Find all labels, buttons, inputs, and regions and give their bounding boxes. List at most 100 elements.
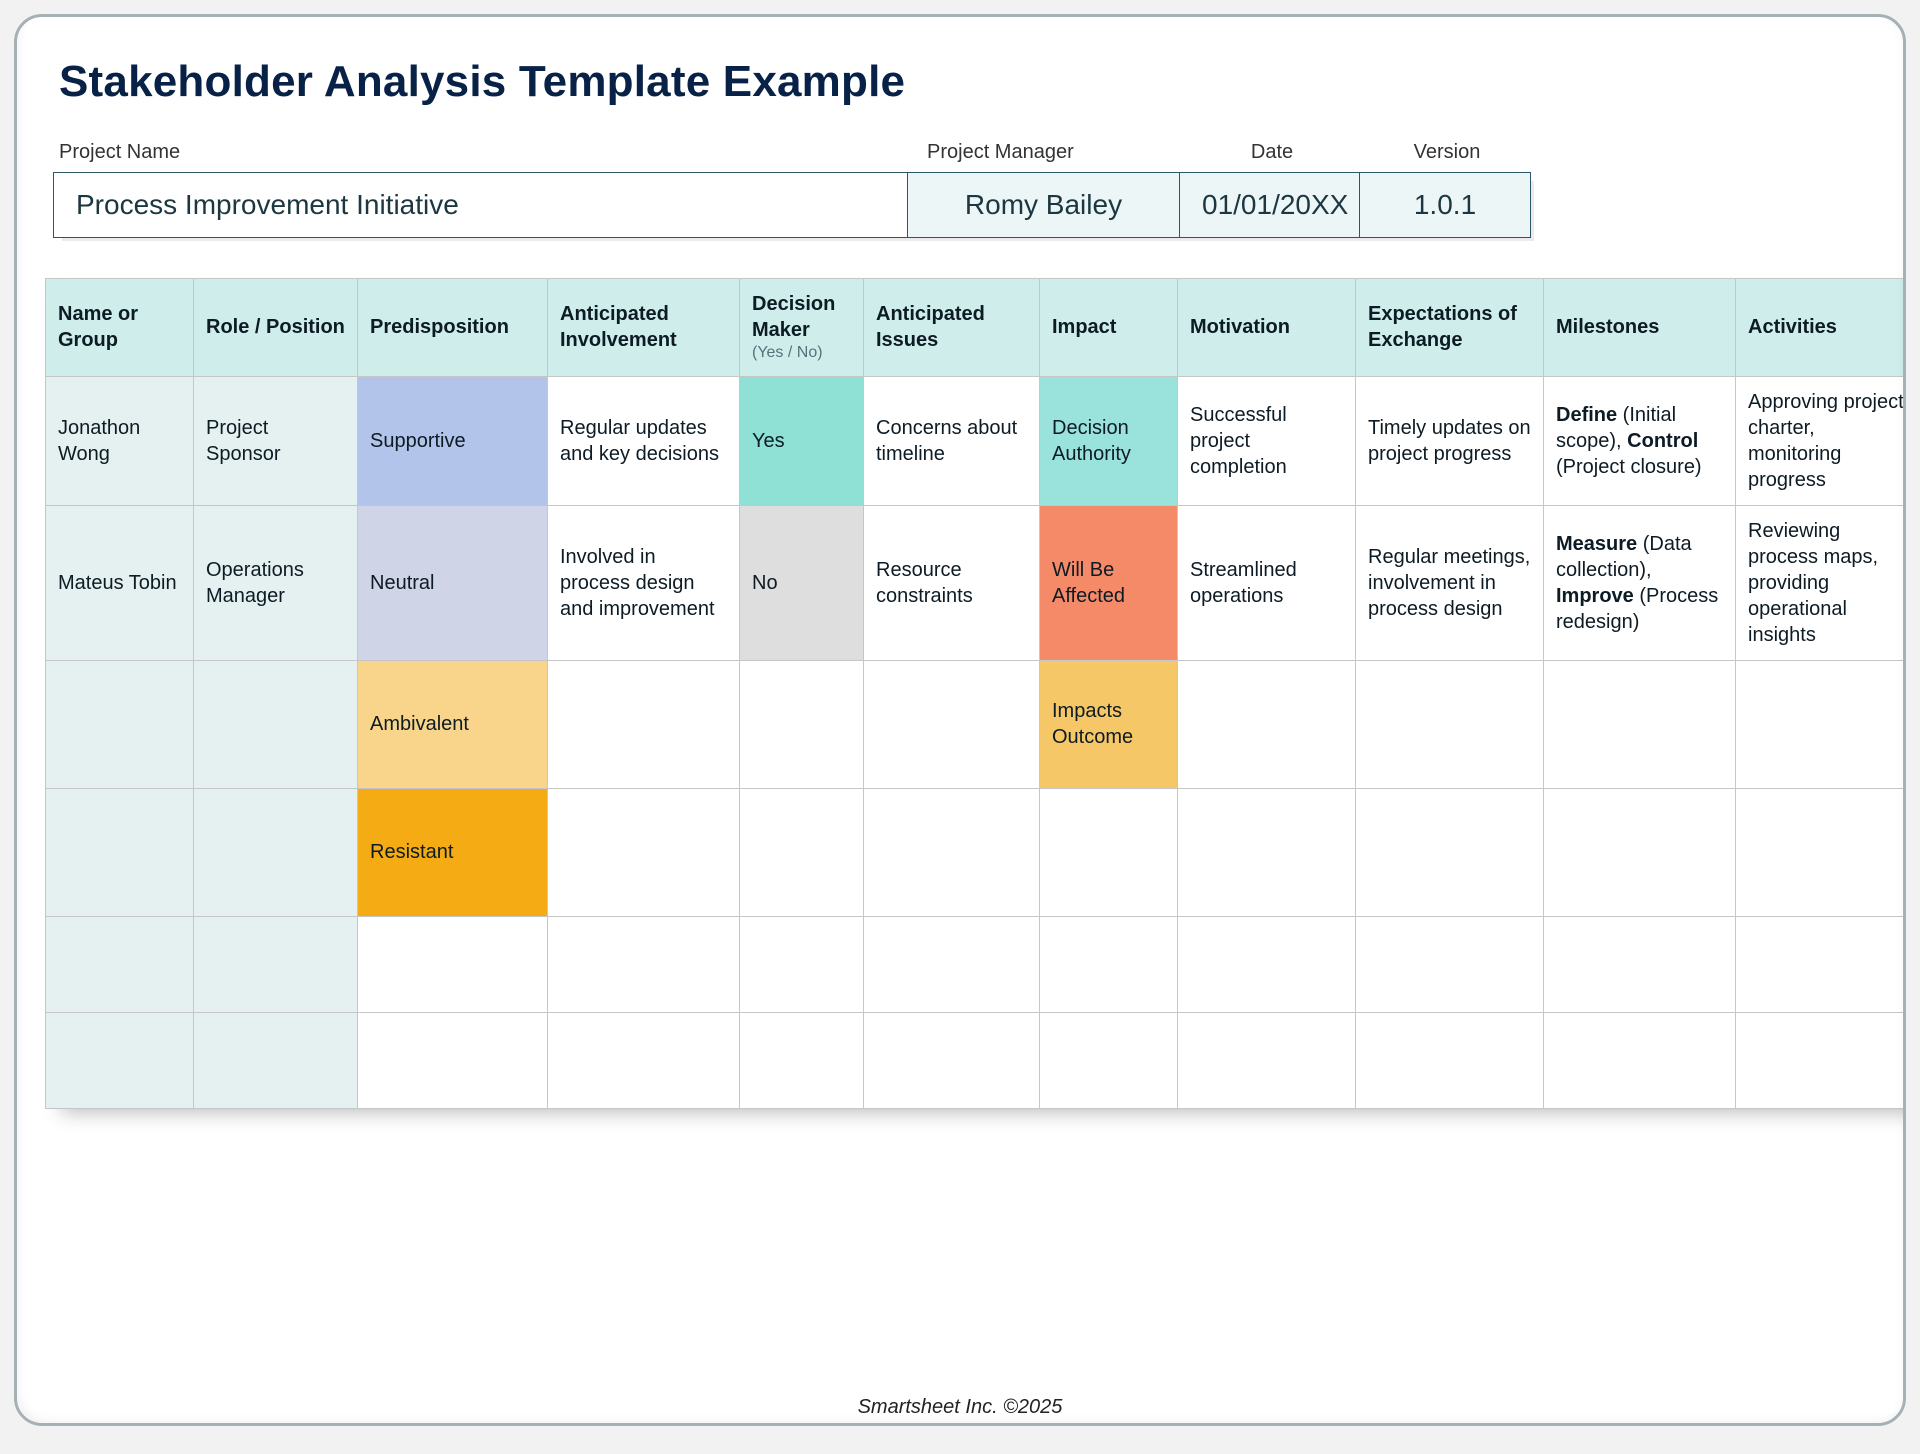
cell-expectations[interactable]: Timely updates on project progress — [1356, 376, 1544, 505]
cell-milestones[interactable]: Define (Initial scope), Control (Project… — [1544, 376, 1736, 505]
cell-motivation[interactable]: Streamlined operations — [1178, 505, 1356, 660]
cell-name[interactable] — [46, 788, 194, 916]
value-project-name[interactable]: Process Improvement Initiative — [54, 173, 908, 237]
cell-involvement[interactable] — [548, 660, 740, 788]
cell-expectations[interactable] — [1356, 1012, 1544, 1108]
cell-impact[interactable]: Will Be Affected — [1040, 505, 1178, 660]
cell-motivation[interactable] — [1178, 660, 1356, 788]
cell-decision-maker[interactable] — [740, 660, 864, 788]
cell-impact[interactable]: Decision Authority — [1040, 376, 1178, 505]
col-motivation: Motivation — [1178, 279, 1356, 377]
cell-involvement[interactable]: Regular updates and key decisions — [548, 376, 740, 505]
table-row — [46, 916, 1907, 1012]
cell-involvement[interactable] — [548, 1012, 740, 1108]
table-row — [46, 1012, 1907, 1108]
col-decision-maker-sub: (Yes / No) — [752, 343, 851, 364]
cell-predisposition[interactable]: Resistant — [358, 788, 548, 916]
col-name: Name or Group — [46, 279, 194, 377]
cell-role[interactable] — [194, 660, 358, 788]
cell-activities[interactable] — [1736, 916, 1907, 1012]
cell-name[interactable] — [46, 916, 194, 1012]
value-project-manager[interactable]: Romy Bailey — [908, 173, 1180, 237]
cell-issues[interactable] — [864, 788, 1040, 916]
col-activities: Activities — [1736, 279, 1907, 377]
cell-activities[interactable]: Approving project charter, monitoring pr… — [1736, 376, 1907, 505]
cell-activities[interactable] — [1736, 1012, 1907, 1108]
col-predisposition: Predisposition — [358, 279, 548, 377]
cell-expectations[interactable] — [1356, 788, 1544, 916]
cell-name[interactable] — [46, 1012, 194, 1108]
cell-name[interactable]: Mateus Tobin — [46, 505, 194, 660]
cell-decision-maker[interactable] — [740, 916, 864, 1012]
cell-impact[interactable] — [1040, 1012, 1178, 1108]
cell-motivation[interactable]: Successful project completion — [1178, 376, 1356, 505]
cell-issues[interactable]: Resource constraints — [864, 505, 1040, 660]
cell-expectations[interactable] — [1356, 916, 1544, 1012]
cell-motivation[interactable] — [1178, 916, 1356, 1012]
cell-decision-maker[interactable]: Yes — [740, 376, 864, 505]
cell-decision-maker[interactable] — [740, 1012, 864, 1108]
cell-role[interactable]: Project Sponsor — [194, 376, 358, 505]
col-impact: Impact — [1040, 279, 1178, 377]
table-row: Resistant — [46, 788, 1907, 916]
cell-predisposition[interactable] — [358, 1012, 548, 1108]
label-project-manager: Project Manager — [907, 137, 1179, 172]
cell-predisposition[interactable]: Supportive — [358, 376, 548, 505]
cell-predisposition[interactable]: Ambivalent — [358, 660, 548, 788]
cell-expectations[interactable]: Regular meetings, involvement in process… — [1356, 505, 1544, 660]
footer-copyright: Smartsheet Inc. ©2025 — [17, 1396, 1903, 1419]
cell-impact[interactable]: Impacts Outcome — [1040, 660, 1178, 788]
cell-motivation[interactable] — [1178, 1012, 1356, 1108]
table-row: Jonathon WongProject SponsorSupportiveRe… — [46, 376, 1907, 505]
cell-milestones[interactable] — [1544, 660, 1736, 788]
col-issues: Anticipated Issues — [864, 279, 1040, 377]
header-row: Name or Group Role / Position Predisposi… — [46, 279, 1907, 377]
cell-milestones[interactable] — [1544, 916, 1736, 1012]
value-date[interactable]: 01/01/20XX — [1180, 173, 1360, 237]
cell-milestones[interactable] — [1544, 788, 1736, 916]
cell-expectations[interactable] — [1356, 660, 1544, 788]
cell-predisposition[interactable]: Neutral — [358, 505, 548, 660]
cell-activities[interactable] — [1736, 660, 1907, 788]
cell-motivation[interactable] — [1178, 788, 1356, 916]
cell-decision-maker[interactable]: No — [740, 505, 864, 660]
cell-predisposition[interactable] — [358, 916, 548, 1012]
stakeholder-table-wrapper: Name or Group Role / Position Predisposi… — [45, 278, 1906, 1109]
label-project-name: Project Name — [53, 137, 907, 172]
col-involvement: Anticipated Involvement — [548, 279, 740, 377]
cell-role[interactable]: Operations Manager — [194, 505, 358, 660]
cell-issues[interactable]: Concerns about timeline — [864, 376, 1040, 505]
cell-issues[interactable] — [864, 1012, 1040, 1108]
cell-impact[interactable] — [1040, 788, 1178, 916]
cell-name[interactable] — [46, 660, 194, 788]
cell-name[interactable]: Jonathon Wong — [46, 376, 194, 505]
col-expectations: Expectations of Exchange — [1356, 279, 1544, 377]
table-row: Ambivalent Impacts Outcome — [46, 660, 1907, 788]
col-decision-maker: Decision Maker (Yes / No) — [740, 279, 864, 377]
cell-role[interactable] — [194, 916, 358, 1012]
cell-milestones[interactable] — [1544, 1012, 1736, 1108]
cell-involvement[interactable]: Involved in process design and improveme… — [548, 505, 740, 660]
col-milestones: Milestones — [1544, 279, 1736, 377]
cell-involvement[interactable] — [548, 916, 740, 1012]
cell-issues[interactable] — [864, 660, 1040, 788]
cell-issues[interactable] — [864, 916, 1040, 1012]
cell-role[interactable] — [194, 1012, 358, 1108]
cell-activities[interactable] — [1736, 788, 1907, 916]
project-meta: Project Name Project Manager Date Versio… — [53, 137, 1903, 238]
col-role: Role / Position — [194, 279, 358, 377]
document-frame: Stakeholder Analysis Template Example Pr… — [14, 14, 1906, 1426]
stakeholder-table: Name or Group Role / Position Predisposi… — [45, 278, 1906, 1109]
cell-activities[interactable]: Reviewing process maps, providing operat… — [1736, 505, 1907, 660]
cell-role[interactable] — [194, 788, 358, 916]
label-date: Date — [1179, 137, 1359, 172]
page-title: Stakeholder Analysis Template Example — [59, 57, 1903, 107]
value-version[interactable]: 1.0.1 — [1360, 173, 1530, 237]
label-version: Version — [1359, 137, 1529, 172]
cell-decision-maker[interactable] — [740, 788, 864, 916]
cell-milestones[interactable]: Measure (Data collection), Improve (Proc… — [1544, 505, 1736, 660]
col-decision-maker-label: Decision Maker — [752, 293, 835, 341]
table-row: Mateus TobinOperations ManagerNeutralInv… — [46, 505, 1907, 660]
cell-involvement[interactable] — [548, 788, 740, 916]
cell-impact[interactable] — [1040, 916, 1178, 1012]
